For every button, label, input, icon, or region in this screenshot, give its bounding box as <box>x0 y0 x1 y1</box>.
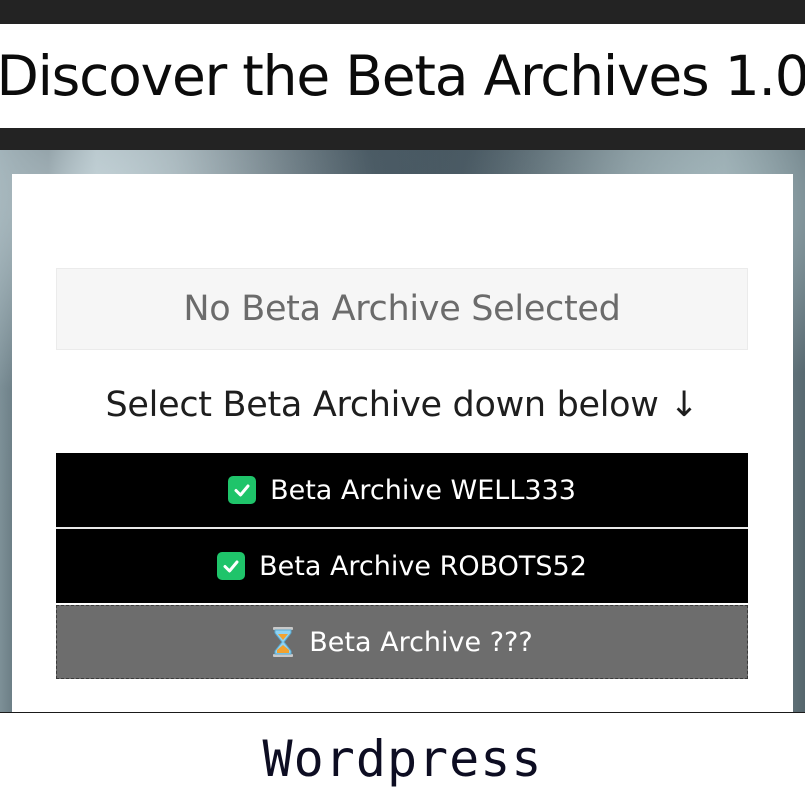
archive-button-well333[interactable]: Beta Archive WELL333 <box>56 453 748 527</box>
hourglass-icon <box>271 626 295 658</box>
selected-archive-display: No Beta Archive Selected <box>56 268 748 350</box>
page-title: Discover the Beta Archives 1.0 <box>0 44 805 108</box>
check-icon <box>228 476 257 504</box>
archive-button-locked[interactable]: Beta Archive ??? <box>56 605 748 679</box>
instruction-text: Select Beta Archive down below ↓ <box>105 385 699 425</box>
footer-banner: Wordpress <box>0 712 805 805</box>
archive-button-label: Beta Archive ??? <box>309 626 533 658</box>
title-bottom-strip <box>0 128 805 150</box>
footer-text: Wordpress <box>262 730 543 788</box>
selected-archive-text: No Beta Archive Selected <box>183 289 621 329</box>
title-banner: Discover the Beta Archives 1.0 <box>0 24 805 128</box>
archive-button-label: Beta Archive ROBOTS52 <box>259 550 587 582</box>
check-icon <box>217 552 246 580</box>
archive-button-label: Beta Archive WELL333 <box>270 474 576 506</box>
top-dark-strip <box>0 0 805 24</box>
archive-button-robots52[interactable]: Beta Archive ROBOTS52 <box>56 529 748 603</box>
